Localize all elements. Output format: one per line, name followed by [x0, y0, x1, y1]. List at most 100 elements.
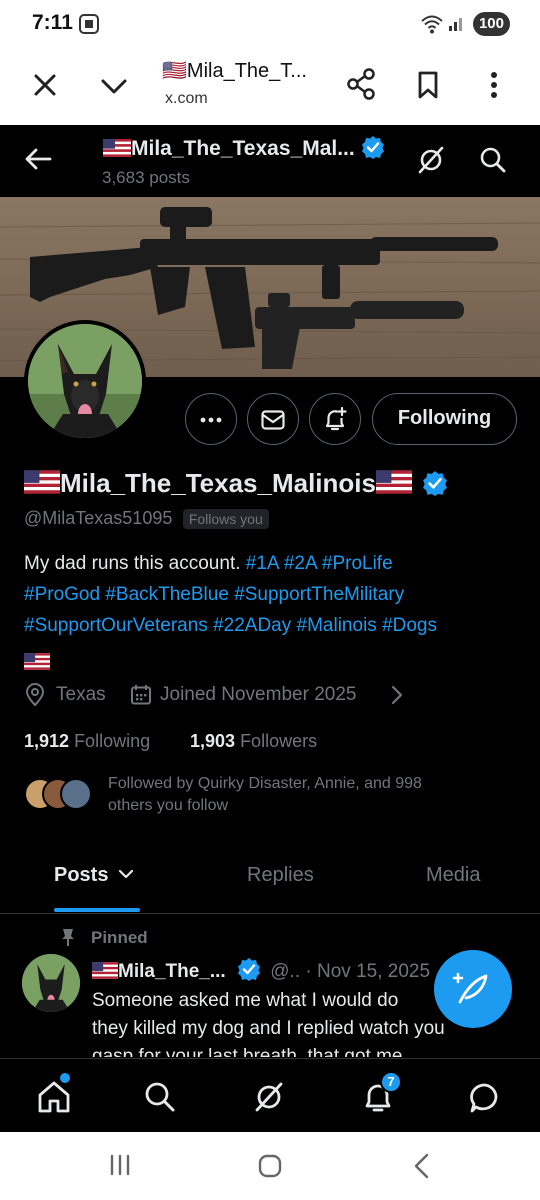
location-icon [25, 683, 45, 707]
hashtag[interactable]: #BackTheBlue [105, 584, 229, 605]
profile-display-name: Mila_The_Texas_Malinois [24, 468, 448, 499]
nav-notifications[interactable]: 7 [360, 1071, 402, 1115]
following-button[interactable]: Following [372, 393, 517, 445]
pin-icon [62, 929, 74, 946]
hashtag[interactable]: #1A [246, 553, 279, 574]
handle-row: @MilaTexas51095 Follows you [24, 508, 269, 529]
home-icon [38, 1081, 70, 1113]
avatar [60, 778, 92, 810]
hashtag[interactable]: #Dogs [382, 615, 437, 636]
us-flag-icon [103, 139, 131, 157]
verified-badge-icon [237, 958, 260, 981]
post-handle-date: @.. · Nov 15, 2025 [270, 961, 431, 982]
close-icon[interactable] [32, 72, 58, 98]
profile-bio: My dad runs this account. #1A #2A #ProLi… [24, 548, 524, 678]
hashtag[interactable]: #ProGod [24, 584, 100, 605]
nav-home[interactable] [36, 1073, 72, 1115]
bio-line-1: My dad runs this account. #1A #2A #ProLi… [24, 548, 524, 579]
following-count-link[interactable]: 1,912 Following [24, 731, 150, 752]
wifi-icon [421, 15, 443, 34]
bio-line-3: #SupportOurVeterans #22ADay #Malinois #D… [24, 610, 524, 641]
hashtag[interactable]: #ProLife [322, 553, 393, 574]
followed-by-avatars[interactable] [24, 778, 94, 810]
recent-apps-icon[interactable] [108, 1154, 132, 1176]
us-flag-icon [92, 962, 118, 979]
pinned-label: Pinned [91, 928, 148, 947]
hashtag[interactable]: #SupportOurVeterans [24, 615, 208, 636]
bio-line-4 [24, 641, 524, 678]
post-author[interactable]: Mila_The_... [118, 961, 226, 982]
header-title: Mila_The_Texas_Mal... [103, 135, 385, 161]
grok-icon[interactable] [253, 1081, 285, 1113]
status-bar: 7:11 100 [0, 0, 540, 48]
profile-joined[interactable]: Joined November 2025 [160, 684, 356, 706]
following-count: 1,912 [24, 731, 70, 751]
bio-text: My dad runs this account. [24, 553, 241, 574]
us-flag-icon [375, 470, 412, 494]
search-icon[interactable] [144, 1081, 176, 1113]
system-navigation-bar [0, 1132, 540, 1200]
hashtag[interactable]: #2A [284, 553, 317, 574]
profile-header-bar: Mila_The_Texas_Mal... 3,683 posts [0, 125, 540, 197]
active-tab-indicator [54, 908, 140, 912]
back-arrow-icon[interactable] [24, 147, 52, 171]
post-text-line-3: gasp for your last breath, that got me [92, 1046, 403, 1057]
avatar-image [28, 324, 142, 438]
followers-count-link[interactable]: 1,903 Followers [190, 731, 317, 752]
profile-location: Texas [56, 684, 106, 705]
more-vertical-icon[interactable] [488, 70, 500, 100]
profile-avatar[interactable] [24, 320, 146, 442]
header-post-count: 3,683 posts [102, 168, 190, 187]
more-horizontal-icon [200, 417, 222, 423]
verified-badge-icon [361, 136, 384, 159]
notifications-badge: 7 [380, 1071, 402, 1093]
chevron-down-icon[interactable] [100, 74, 128, 98]
hashtag[interactable]: #22ADay [213, 615, 291, 636]
chevron-right-icon[interactable] [390, 685, 404, 705]
verified-badge-icon[interactable] [422, 470, 448, 496]
followed-by-line-1: Followed by Quirky Disaster, Annie, and … [108, 775, 422, 792]
browser-page-title: 🇺🇸Mila_The_T... [162, 60, 307, 82]
tab-media[interactable]: Media [426, 864, 480, 887]
compose-post-button[interactable] [434, 950, 512, 1028]
tab-replies[interactable]: Replies [247, 864, 314, 887]
post-avatar[interactable] [22, 954, 80, 1012]
calendar-icon [131, 685, 151, 705]
following-label: Following [74, 731, 151, 751]
home-button-icon[interactable] [257, 1153, 283, 1179]
share-icon[interactable] [346, 68, 376, 100]
bell-plus-icon [325, 407, 347, 431]
header-name: Mila_The_Texas_Mal... [131, 137, 355, 160]
followed-by-text[interactable]: Followed by Quirky Disaster, Annie, and … [108, 773, 422, 817]
home-unread-dot [60, 1073, 70, 1083]
followed-by-line-2: others you follow [108, 797, 229, 814]
display-name-text: Mila_The_Texas_Malinois [60, 468, 376, 498]
tab-posts[interactable]: Posts [54, 864, 134, 887]
signal-icon [449, 18, 462, 31]
profile-handle: @MilaTexas51095 [24, 508, 173, 528]
back-button-icon[interactable] [412, 1153, 430, 1179]
message-button[interactable] [247, 393, 299, 445]
hashtag[interactable]: #Malinois [297, 615, 377, 636]
post-header: Mila_The_... @.. · Nov 15, 2025 [92, 957, 430, 983]
hashtag[interactable]: #SupportTheMilitary [234, 584, 404, 605]
notify-button[interactable] [309, 393, 361, 445]
follows-you-badge: Follows you [182, 509, 269, 529]
mail-icon [261, 410, 285, 430]
search-icon[interactable] [479, 146, 507, 174]
more-options-button[interactable] [185, 393, 237, 445]
post-avatar-image [22, 954, 80, 1012]
profile-tabs: Posts Replies Media [0, 850, 540, 914]
messages-icon[interactable] [468, 1081, 502, 1115]
compose-icon [452, 972, 488, 1004]
followers-count: 1,903 [190, 731, 236, 751]
bottom-navigation: 7 [0, 1058, 540, 1132]
tab-posts-label: Posts [54, 864, 109, 886]
chevron-down-icon [118, 869, 134, 879]
bookmark-icon[interactable] [416, 70, 440, 100]
battery-indicator: 100 [472, 12, 510, 36]
grok-icon[interactable] [417, 146, 445, 174]
browser-url[interactable]: x.com [165, 90, 208, 108]
status-time: 7:11 [32, 11, 73, 34]
browser-toolbar: 🇺🇸Mila_The_T... x.com [0, 48, 540, 125]
